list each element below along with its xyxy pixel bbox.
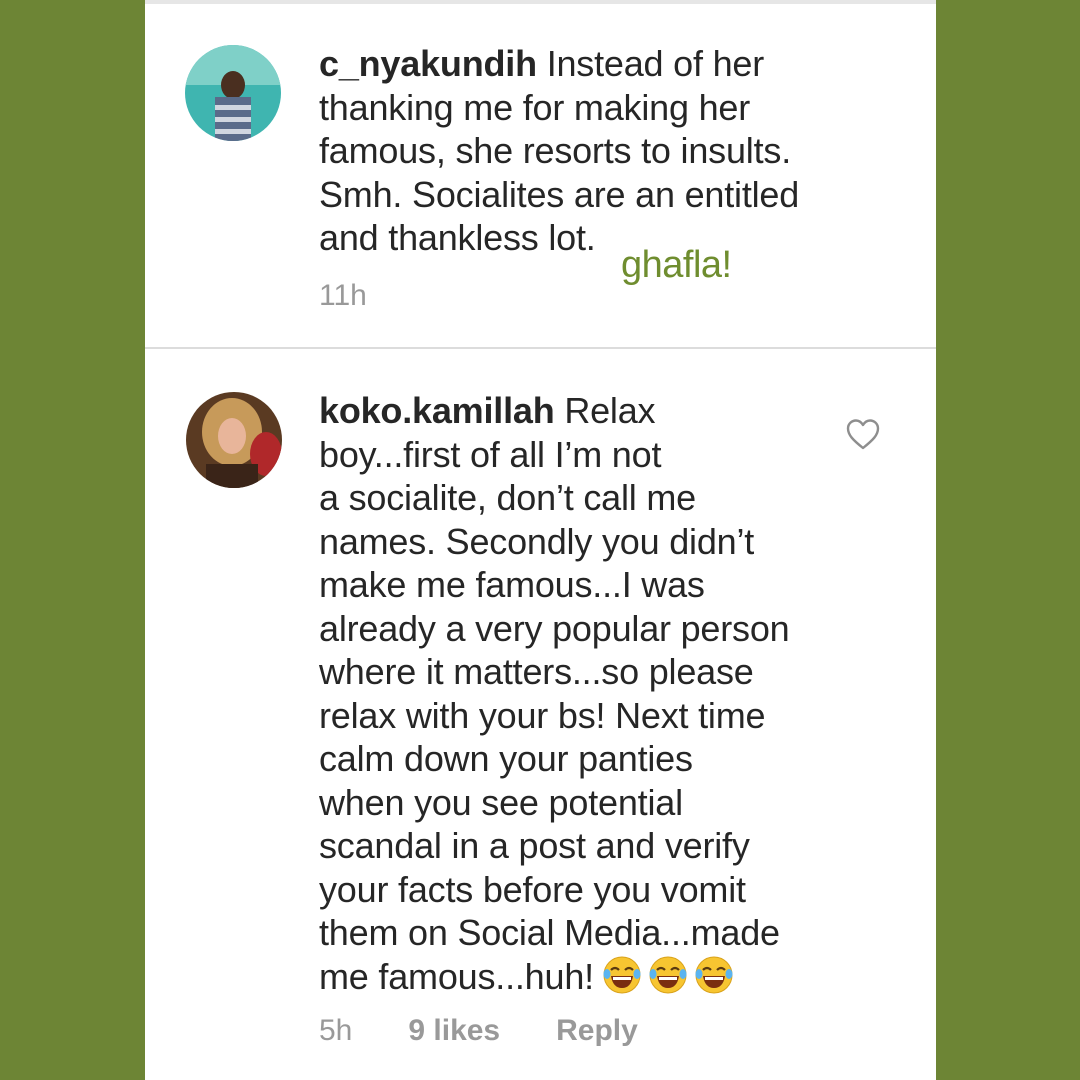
avatar-c-nyakundih[interactable] xyxy=(185,45,281,141)
comment-line: make me famous...I was xyxy=(319,564,705,605)
comment-line: relax with your bs! Next time xyxy=(319,694,766,736)
comment-line: famous, she resorts to insults. xyxy=(319,130,791,171)
comment-line: me famous...huh!😂😂😂 xyxy=(319,955,789,999)
comment-meta-2: 5h 9 likes Reply xyxy=(319,1014,638,1048)
watermark: ghafla! xyxy=(621,244,732,286)
avatar-image xyxy=(185,45,281,141)
comment-line: when you see potential xyxy=(319,781,683,823)
comment-line: koko.kamillah Relax xyxy=(319,389,789,433)
comment-line: them on Social Media...made xyxy=(319,912,780,953)
comment-meta-1: 11h xyxy=(319,279,367,313)
comment-text-span: me famous...huh! xyxy=(319,955,594,997)
top-divider xyxy=(145,0,936,4)
comment-line: boy...first of all I’m not xyxy=(319,433,662,475)
comment-body-1: c_nyakundih Instead of her thanking me f… xyxy=(319,42,799,260)
laugh-emoji xyxy=(603,956,641,993)
comment-line: a socialite, don’t call me xyxy=(319,477,696,518)
comment-line: c_nyakundih Instead of her xyxy=(319,42,799,86)
avatar-koko-kamillah[interactable] xyxy=(186,392,282,488)
comment-line: your facts before you vomit xyxy=(319,868,746,910)
comment-line: calm down your panties xyxy=(319,738,693,779)
laugh-emoji xyxy=(649,956,687,993)
reply-button[interactable]: Reply xyxy=(556,1014,638,1048)
username-link[interactable]: koko.kamillah xyxy=(319,390,555,431)
laugh-emoji xyxy=(695,956,733,993)
comment-line: names. Secondly you didn’t xyxy=(319,520,755,562)
comment-text-span: Instead of her xyxy=(546,43,765,84)
comment-line: where it matters...so please xyxy=(319,651,754,692)
comment-time: 11h xyxy=(319,279,367,312)
comment-time: 5h xyxy=(319,1014,353,1047)
comment-line: thanking me for making her xyxy=(319,86,751,128)
heart-icon[interactable] xyxy=(846,418,880,452)
username-link[interactable]: c_nyakundih xyxy=(319,43,537,84)
comment-line: already a very popular person xyxy=(319,607,790,649)
comment-text-span: Relax xyxy=(564,390,656,431)
comment-divider xyxy=(145,347,936,349)
avatar-image xyxy=(186,392,282,488)
comment-line: scandal in a post and verify xyxy=(319,825,750,866)
comment-line: Smh. Socialites are an entitled xyxy=(319,173,800,215)
comment-body-2: koko.kamillah Relax boy...first of all I… xyxy=(319,389,790,999)
likes-count[interactable]: 9 likes xyxy=(408,1014,500,1048)
comments-panel: c_nyakundih Instead of her thanking me f… xyxy=(145,0,936,1080)
emoji-row: 😂😂😂 xyxy=(602,955,740,995)
